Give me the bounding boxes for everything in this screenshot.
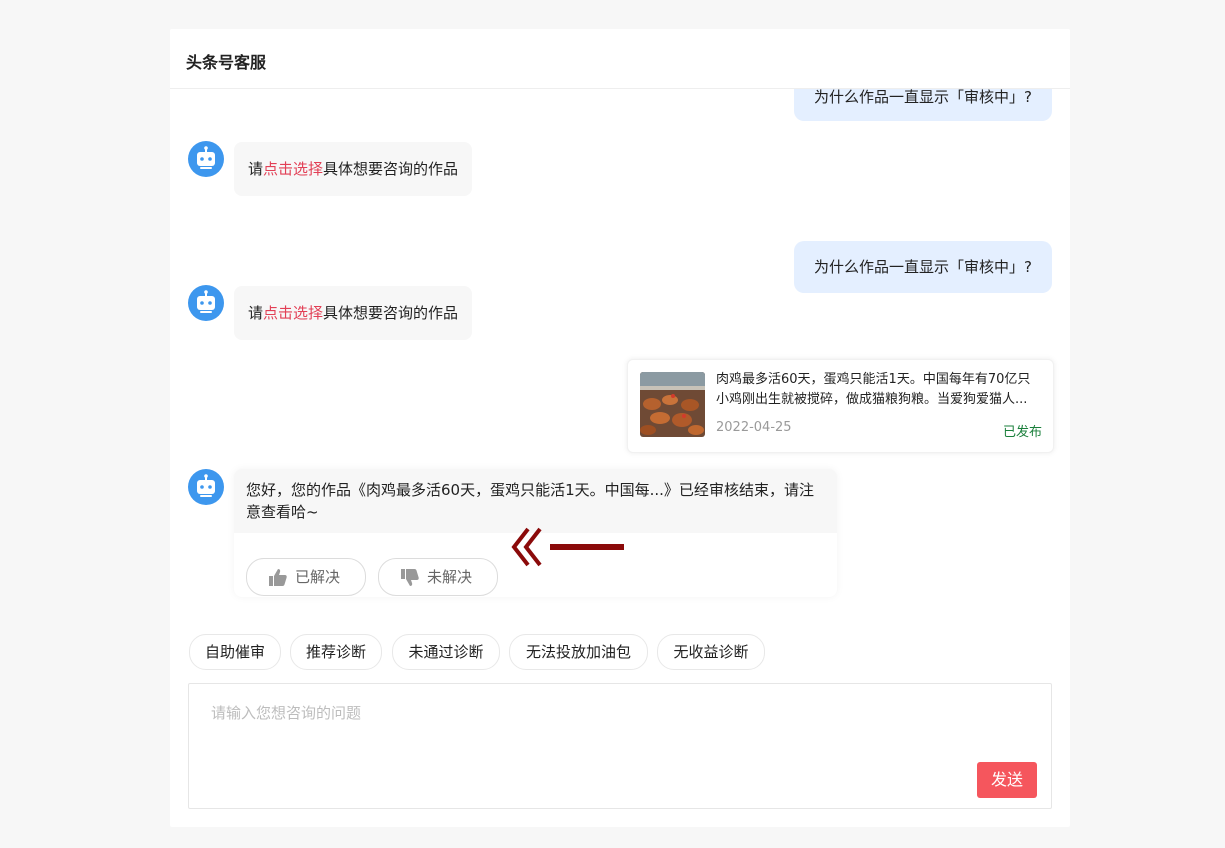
resolved-label: 已解决 xyxy=(295,568,341,586)
work-date: 2022-04-25 xyxy=(716,420,792,435)
annotation-arrow-icon xyxy=(511,527,624,567)
send-button[interactable]: 发送 xyxy=(977,762,1037,798)
panel-title: 头条号客服 xyxy=(186,53,267,72)
quick-action-chip[interactable]: 自助催审 xyxy=(189,634,281,670)
user-message: 为什么作品一直显示「审核中」? xyxy=(794,89,1052,121)
quick-action-chip[interactable]: 未通过诊断 xyxy=(392,634,500,670)
bot-message-text: 请 xyxy=(248,160,264,178)
work-title-line: 肉鸡最多活60天，蛋鸡只能活1天。中国每年有70亿只 xyxy=(716,372,1031,387)
message-input-box: 发送 xyxy=(188,683,1052,809)
message-list[interactable]: 为什么作品一直显示「审核中」? 请点击选择具体想要咨询的作品 为什么作品一直显示… xyxy=(170,89,1070,629)
select-work-link[interactable]: 点击选择 xyxy=(263,160,323,178)
user-message-text: 为什么作品一直显示「审核中」? xyxy=(814,258,1032,276)
work-card[interactable]: 肉鸡最多活60天，蛋鸡只能活1天。中国每年有70亿只 小鸡刚出生就被搅碎，做成猫… xyxy=(627,359,1054,453)
bot-avatar xyxy=(188,285,224,321)
bot-message-text: 请 xyxy=(248,304,264,322)
bot-message: 请点击选择具体想要咨询的作品 xyxy=(234,286,473,340)
user-message-text: 为什么作品一直显示「审核中」? xyxy=(814,89,1032,106)
unresolved-button[interactable]: 未解决 xyxy=(378,558,498,596)
panel-header: 头条号客服 xyxy=(170,29,1070,89)
chicken-photo-icon xyxy=(640,372,705,437)
work-title: 肉鸡最多活60天，蛋鸡只能活1天。中国每年有70亿只 小鸡刚出生就被搅碎，做成猫… xyxy=(716,370,1046,410)
robot-icon xyxy=(197,290,215,313)
bot-message-text: 具体想要咨询的作品 xyxy=(323,160,459,178)
robot-icon xyxy=(197,474,215,497)
bot-avatar xyxy=(188,469,224,505)
message-input[interactable] xyxy=(209,700,973,726)
chat-panel: 头条号客服 为什么作品一直显示「审核中」? 请点击选择具体想要咨询的作品 为什么… xyxy=(170,29,1070,827)
select-work-link[interactable]: 点击选择 xyxy=(263,304,323,322)
work-title-line: 小鸡刚出生就被搅碎，做成猫粮狗粮。当爱狗爱猫人... xyxy=(716,392,1028,407)
resolved-button[interactable]: 已解决 xyxy=(246,558,366,596)
work-thumbnail xyxy=(640,372,705,437)
quick-action-chip[interactable]: 无收益诊断 xyxy=(657,634,765,670)
robot-icon xyxy=(197,146,215,169)
thumbs-up-icon xyxy=(269,569,287,586)
bot-avatar xyxy=(188,141,224,177)
quick-action-chip[interactable]: 无法投放加油包 xyxy=(509,634,648,670)
work-status: 已发布 xyxy=(1002,425,1042,440)
quick-action-chip[interactable]: 推荐诊断 xyxy=(290,634,382,670)
bot-message-text: 具体想要咨询的作品 xyxy=(323,304,459,322)
bot-reply-text: 您好，您的作品《肉鸡最多活60天，蛋鸡只能活1天。中国每...》已经审核结束，请… xyxy=(234,469,837,533)
thumbs-down-icon xyxy=(401,569,419,586)
user-message: 为什么作品一直显示「审核中」? xyxy=(794,241,1052,293)
unresolved-label: 未解决 xyxy=(427,568,473,586)
bot-message: 请点击选择具体想要咨询的作品 xyxy=(234,142,473,196)
